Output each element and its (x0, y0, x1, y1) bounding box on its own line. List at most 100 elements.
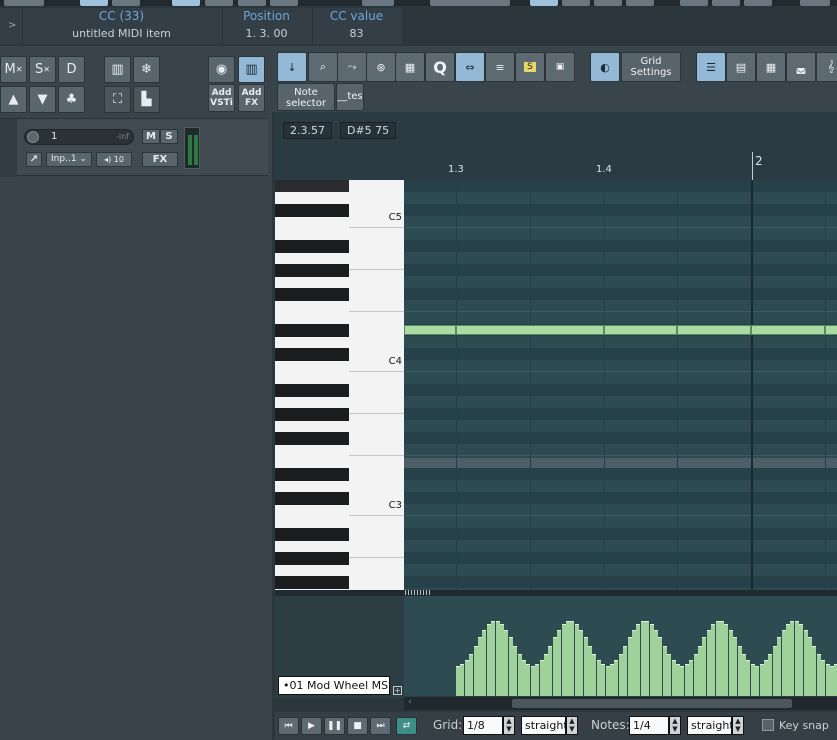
notes-spin-icon[interactable]: ▲ ▼ (669, 716, 681, 735)
cc-event-bar[interactable] (548, 646, 553, 696)
top-strip-button[interactable] (712, 0, 740, 6)
track-name-field[interactable]: 1 -inf (24, 129, 134, 145)
cc-event-bar[interactable] (724, 624, 729, 696)
erase-tool-button[interactable]: ⌕ (308, 52, 338, 82)
top-strip-button[interactable] (362, 0, 394, 6)
add-fx-button[interactable]: Add FX (238, 84, 265, 112)
cc-event-bar[interactable] (755, 666, 760, 696)
cc-event-bar[interactable] (618, 654, 623, 696)
notes-swing-select[interactable]: straight (687, 716, 734, 735)
grid-swing-select[interactable]: straight (521, 716, 568, 735)
cc-event-bar[interactable] (821, 660, 826, 696)
top-strip-button[interactable] (238, 0, 266, 6)
cc-event-bar[interactable] (702, 637, 707, 696)
midi-note[interactable] (825, 325, 837, 335)
top-strip-button[interactable] (270, 0, 298, 6)
cc-event-bar[interactable] (750, 664, 755, 696)
duplicate-button[interactable]: D (58, 56, 85, 83)
resize-grip-icon[interactable] (405, 590, 431, 595)
quantize-button[interactable]: Q (425, 52, 455, 82)
cc-event-bar[interactable] (557, 630, 562, 696)
midi-note[interactable] (456, 325, 604, 335)
black-key[interactable] (275, 264, 349, 277)
freehand-tool-button[interactable]: ⤳ (337, 52, 367, 82)
go-to-end-button[interactable]: ⏭ (370, 717, 391, 735)
cc-event-bar[interactable] (658, 637, 663, 696)
cc-event-bar[interactable] (799, 624, 804, 696)
cc-event-bar[interactable] (667, 654, 672, 696)
cc-event-bar[interactable] (742, 654, 746, 696)
top-strip-button[interactable] (626, 0, 654, 6)
top-strip-button[interactable] (562, 0, 590, 6)
marker-button[interactable]: ▣ (545, 52, 575, 82)
cc-event-bar[interactable] (552, 637, 557, 696)
cc-event-bar[interactable] (816, 654, 821, 696)
black-key[interactable] (275, 324, 349, 337)
cc-event-bar[interactable] (508, 637, 513, 696)
pause-button[interactable]: ❚❚ (324, 717, 345, 735)
midi-note[interactable] (604, 325, 677, 335)
cc-event-bar[interactable] (711, 624, 716, 696)
cc-event-bar[interactable] (680, 666, 685, 696)
tes-button[interactable]: __tes (336, 83, 364, 111)
stop-button[interactable]: ■ (347, 717, 368, 735)
expand-arrow-icon[interactable]: > (8, 20, 16, 31)
cc-event-bar[interactable] (601, 664, 606, 696)
cc-event-bar[interactable] (689, 660, 694, 696)
cc-event-bar[interactable] (636, 624, 641, 696)
cc-event-bar[interactable] (706, 630, 711, 696)
cc-event-bar[interactable] (464, 660, 469, 696)
cc-event-bar[interactable] (825, 664, 830, 696)
cc-event-bar[interactable] (486, 624, 491, 696)
cc-event-bar[interactable] (504, 630, 509, 696)
black-key[interactable] (275, 552, 349, 565)
move-down-button[interactable]: ▼ (29, 86, 56, 113)
top-strip-button[interactable] (4, 0, 44, 6)
cc-event-bar[interactable] (517, 654, 522, 696)
view-toggle-button[interactable]: ◉ (208, 56, 235, 83)
black-key[interactable] (275, 288, 349, 301)
draw-tool-button[interactable]: ↓ (277, 52, 307, 82)
top-strip-button[interactable] (80, 0, 108, 6)
note-grid[interactable] (404, 180, 837, 590)
grid-swing-spin-icon[interactable]: ▲ ▼ (566, 716, 578, 735)
new-track-button[interactable]: M ✕ (0, 56, 27, 83)
event-list-button[interactable]: ▦ (395, 52, 425, 82)
notes-length-select[interactable]: 1/4 (629, 716, 669, 735)
grid-settings-button[interactable]: Grid Settings (621, 52, 681, 82)
grid-division-select[interactable]: 1/8 (463, 716, 503, 735)
cc-event-bar[interactable] (794, 621, 799, 696)
cc-event-bar[interactable] (746, 660, 751, 696)
cc-event-bar[interactable] (777, 637, 782, 696)
volume-control[interactable]: ◂) 10 (96, 152, 132, 167)
black-key[interactable] (275, 384, 349, 397)
cc-event-bar[interactable] (671, 660, 676, 696)
drum-mode-button[interactable]: ⊛ (366, 52, 396, 82)
midi-note[interactable] (404, 325, 456, 335)
snap-button[interactable]: S (515, 52, 545, 82)
cc-event-bar[interactable] (768, 654, 773, 696)
cc-event-bar[interactable] (812, 646, 817, 696)
top-strip-button[interactable] (800, 0, 830, 6)
grid-spin-icon[interactable]: ▲ ▼ (503, 716, 515, 735)
cc-event-bar[interactable] (676, 664, 680, 696)
cc-event-bar[interactable] (790, 621, 795, 696)
legato-button[interactable]: ⇔ (455, 52, 485, 82)
input-select[interactable]: Inp..1 ⌄ (46, 152, 92, 167)
top-strip-button[interactable] (112, 0, 140, 6)
routing-button[interactable]: ⛶ (104, 86, 131, 113)
cc-event-bar[interactable] (561, 624, 566, 696)
cc-event-bar[interactable] (491, 621, 496, 696)
cc-lane-selector[interactable]: •01 Mod Wheel MSB (278, 676, 390, 695)
cc-event-bar[interactable] (460, 664, 465, 696)
cc-event-bar[interactable] (614, 660, 619, 696)
cc-event-bar[interactable] (495, 621, 500, 696)
black-key[interactable] (275, 348, 349, 361)
cc-event-bar[interactable] (649, 624, 654, 696)
solo-clear-button[interactable]: S ✕ (29, 56, 56, 83)
piano-keyboard[interactable]: C5 C4 C3 (275, 180, 404, 590)
horizontal-scrollbar[interactable]: ‹ (404, 697, 837, 710)
black-key[interactable] (275, 180, 349, 192)
top-strip-button[interactable] (172, 0, 200, 6)
cc-event-bar[interactable] (803, 630, 808, 696)
